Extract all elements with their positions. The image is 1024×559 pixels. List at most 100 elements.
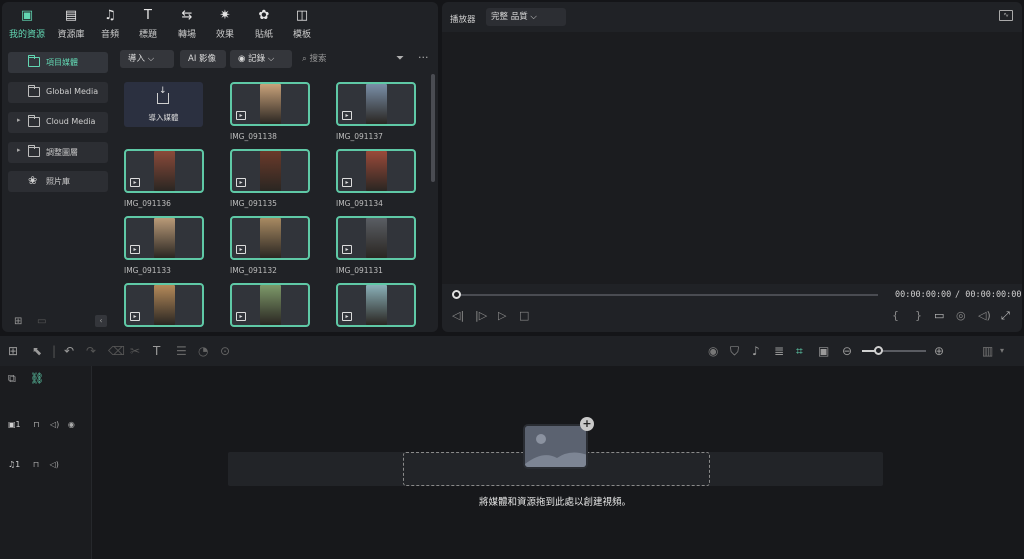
photo-preview [366, 84, 387, 124]
sidebar-item-global-media[interactable]: Global Media [8, 82, 108, 103]
new-folder-icon[interactable]: ⊞ [14, 316, 22, 327]
add-track-icon[interactable]: ⧉ [8, 372, 16, 386]
video-badge-icon: ▸ [130, 178, 140, 187]
tab-effects[interactable]: ✷ 效果 [203, 8, 247, 42]
media-thumbnail[interactable]: ▸ [230, 149, 310, 193]
link-icon[interactable]: ⛓ [30, 372, 44, 385]
folder-icon [28, 55, 40, 67]
filter-icon[interactable]: ⏷ [396, 53, 404, 64]
media-thumbnail[interactable]: ▸ [124, 283, 204, 327]
video-track-label: ▣1 [8, 420, 21, 429]
voiceover-icon[interactable]: ≣ [774, 344, 784, 358]
media-thumbnail[interactable]: ▸ [336, 283, 416, 327]
photo-preview [154, 218, 175, 258]
render-icon[interactable]: ◉ [708, 344, 718, 358]
expand-arrow-icon[interactable]: ▸ [17, 116, 21, 124]
tab-my-media[interactable]: ▣ 我的資源 [5, 8, 49, 42]
total-time: / 00:00:00:00 [955, 290, 1022, 300]
sidebar-item-cloud-media[interactable]: ▸ Cloud Media [8, 112, 108, 133]
search-icon: ⌕ [302, 54, 307, 64]
image-icon [525, 426, 586, 467]
fullscreen-icon[interactable]: ⤢ [1001, 309, 1010, 323]
mark-out-icon[interactable]: } [915, 309, 922, 322]
player-panel: 播放器 完整 品質 ⌵ ∿ 00:00:00:00 / 00:00:00:00 … [442, 2, 1022, 332]
import-media-button[interactable]: 導入媒體 [124, 82, 203, 127]
adjust-icon[interactable]: ☰ [176, 344, 187, 358]
mark-in-icon[interactable]: { [892, 309, 899, 322]
microphone-icon[interactable]: ♪ [752, 344, 760, 358]
expand-arrow-icon[interactable]: ▸ [17, 146, 21, 154]
snapshot-icon[interactable]: ◎ [956, 309, 966, 322]
select-tool-icon[interactable]: ⬉ [32, 344, 42, 358]
media-grid: 導入媒體 ▸ IMG_091138 ▸ IMG_091137 ▸ IMG_091136 ▸ I… [118, 74, 426, 330]
add-media-icon[interactable]: + [580, 417, 594, 431]
sidebar-item-project-media[interactable]: 項目媒體 [8, 52, 108, 73]
cut-icon[interactable]: ✂ [130, 344, 140, 358]
lock-icon[interactable]: ⊓ [33, 460, 39, 469]
zoom-out-icon[interactable]: ⊖ [842, 344, 852, 358]
eye-icon[interactable]: ◉ [68, 420, 75, 429]
search-input[interactable]: ⌕ 搜索 [302, 50, 382, 68]
media-thumbnail[interactable]: ▸ [336, 82, 416, 126]
crop-icon[interactable]: ⊙ [220, 344, 230, 358]
record-button[interactable]: ◉ 記錄 ⌵ [230, 50, 292, 68]
media-thumbnail[interactable]: ▸ [124, 149, 204, 193]
undo-icon[interactable]: ↶ [64, 344, 74, 358]
more-options-icon[interactable]: ··· [418, 51, 429, 64]
volume-icon[interactable]: ◁) [50, 460, 59, 469]
media-thumbnail[interactable]: ▸ [230, 216, 310, 260]
media-thumbnail[interactable]: ▸ [230, 82, 310, 126]
media-thumbnail[interactable]: ▸ [336, 149, 416, 193]
subtitle-icon[interactable]: ▣ [818, 344, 829, 358]
video-badge-icon: ▸ [342, 178, 352, 187]
templates-icon: ◫ [295, 8, 309, 23]
playhead-handle[interactable] [452, 290, 461, 299]
display-settings-icon[interactable]: ▭ [934, 309, 944, 322]
track-height-icon[interactable]: ▥ [982, 344, 993, 358]
zoom-slider-handle[interactable] [874, 346, 883, 355]
folder-outline-icon[interactable]: ▭ [37, 316, 46, 327]
delete-icon[interactable]: ⌫ [108, 344, 125, 358]
waveform-icon[interactable]: ∿ [999, 10, 1013, 21]
titles-icon: T [144, 8, 152, 23]
audio-track-label: ♫1 [8, 460, 21, 469]
media-tabs: ▣ 我的資源 ▤ 資源庫 ♫ 音頻 T 標題 ⇆ 轉場 ✷ 效果 ✿ 貼紙 ◫ [2, 2, 438, 44]
playback-progress-bar[interactable] [456, 294, 878, 296]
text-tool-icon[interactable]: T [153, 344, 160, 358]
play-icon[interactable]: ▷ [498, 309, 506, 322]
sidebar-item-photo-library[interactable]: ❀ 照片庫 [8, 171, 108, 192]
marker-icon[interactable]: ⛉ [730, 344, 739, 358]
tab-stock-media[interactable]: ▤ 資源庫 [49, 8, 93, 42]
import-button[interactable]: 導入 ⌵ [120, 50, 174, 68]
speed-icon[interactable]: ◔ [198, 344, 208, 358]
sidebar-item-adjustment-layer[interactable]: ▸ 調整圖層 [8, 142, 108, 163]
media-thumbnail[interactable]: ▸ [336, 216, 416, 260]
library-scrollbar[interactable] [431, 74, 435, 182]
media-name: IMG_091135 [230, 199, 277, 208]
step-forward-icon[interactable]: |▷ [475, 309, 487, 322]
tab-titles[interactable]: T 標題 [126, 8, 170, 42]
volume-icon[interactable]: ◁) [50, 420, 59, 429]
quality-select[interactable]: 完整 品質 ⌵ [486, 8, 566, 26]
media-thumbnail[interactable]: ▸ [230, 283, 310, 327]
lock-icon[interactable]: ⊓ [33, 420, 39, 429]
media-thumbnail[interactable]: ▸ [124, 216, 204, 260]
collapse-sidebar-icon[interactable]: ‹ [95, 315, 107, 327]
stop-icon[interactable]: □ [519, 309, 529, 322]
tab-templates[interactable]: ◫ 模板 [280, 8, 324, 42]
zoom-slider[interactable] [862, 346, 926, 355]
redo-icon[interactable]: ↷ [86, 344, 96, 358]
previous-frame-icon[interactable]: ◁| [452, 309, 464, 322]
photo-preview [260, 218, 281, 258]
zoom-in-icon[interactable]: ⊕ [934, 344, 944, 358]
snap-icon[interactable]: ⌗ [796, 344, 803, 358]
ai-image-button[interactable]: AI 影像 [180, 50, 226, 68]
dropdown-arrow-icon[interactable]: ▾ [1000, 344, 1004, 358]
volume-icon[interactable]: ◁) [978, 309, 991, 322]
layout-icon[interactable]: ⊞ [8, 344, 18, 358]
photo-preview [366, 285, 387, 325]
library-sidebar: 項目媒體 Global Media ▸ Cloud Media ▸ 調整圖層 ❀… [2, 46, 114, 332]
current-time: 00:00:00:00 [895, 290, 952, 300]
video-badge-icon: ▸ [342, 111, 352, 120]
photo-preview [366, 151, 387, 191]
